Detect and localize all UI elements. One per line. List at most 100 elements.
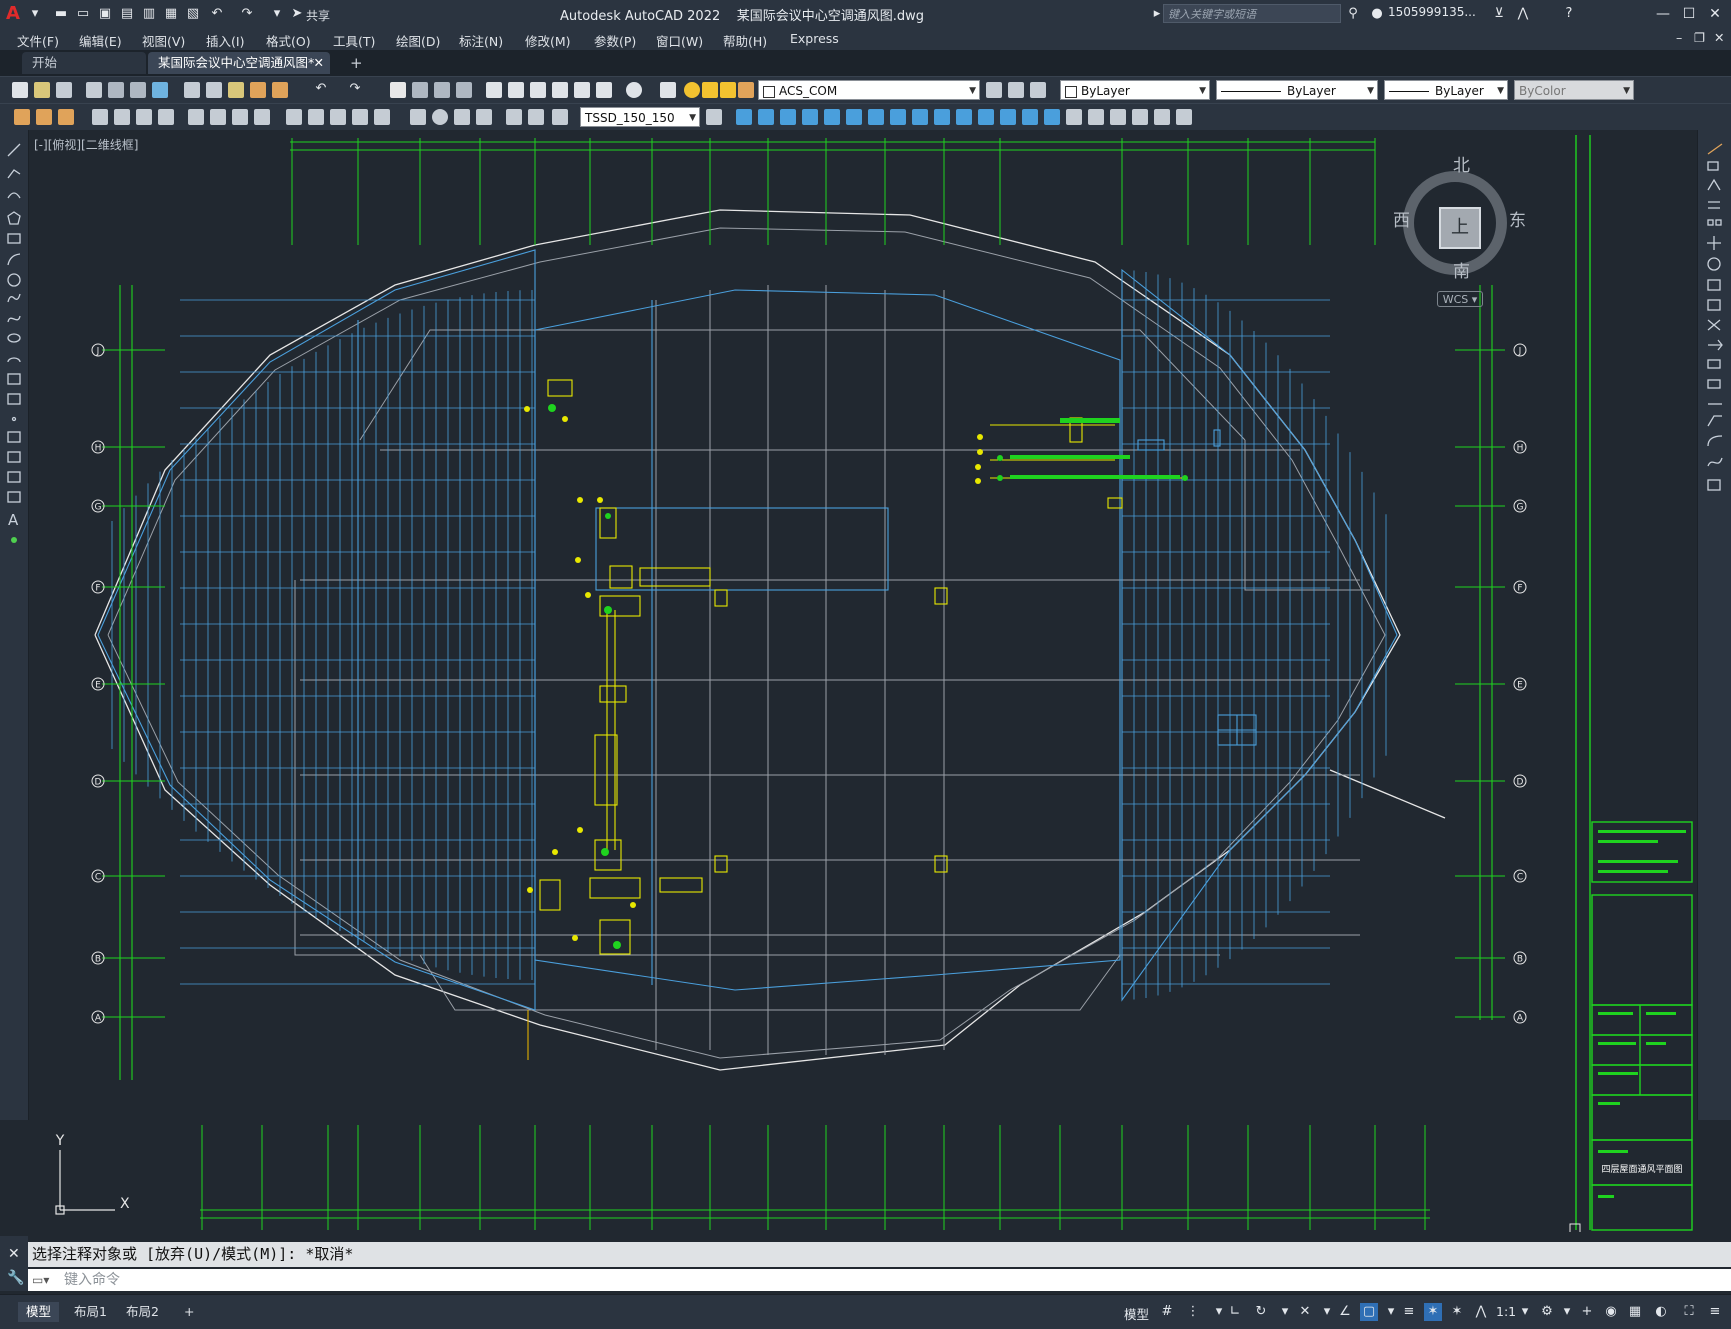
aligned-dim-icon[interactable] xyxy=(114,109,130,125)
fillet-icon[interactable] xyxy=(1044,109,1060,125)
group-icon[interactable] xyxy=(1132,109,1148,125)
annotation-visibility-icon[interactable]: ✶ xyxy=(1424,1303,1442,1321)
doc-close-icon[interactable]: ✕ xyxy=(1714,30,1724,45)
model-space-toggle[interactable]: 模型 xyxy=(1124,1304,1149,1323)
isolate-objects-icon[interactable]: ◐ xyxy=(1652,1303,1670,1321)
dim-text-edit-icon[interactable] xyxy=(528,109,544,125)
sheet-set-icon[interactable] xyxy=(552,82,568,98)
stretch-icon[interactable] xyxy=(912,109,928,125)
polar-icon[interactable]: ↻ xyxy=(1252,1303,1270,1321)
menu-view[interactable]: 视图(V) xyxy=(142,31,185,50)
sync-scale-icon[interactable] xyxy=(58,109,74,125)
menu-parametric[interactable]: 参数(P) xyxy=(594,31,636,50)
object-snap-tracking-icon[interactable]: ✕ xyxy=(1296,1303,1314,1321)
annotation-scale-icon[interactable]: ⋀ xyxy=(1472,1303,1490,1321)
viewport-controls-label[interactable]: [-][俯视][二维线框] xyxy=(34,136,138,153)
command-line-handle[interactable]: ✕ 🔧 xyxy=(0,1236,28,1291)
jogged-linear-icon[interactable] xyxy=(476,109,492,125)
layout-tab-model[interactable]: 模型 xyxy=(18,1302,60,1322)
close-button[interactable]: ✕ xyxy=(1702,4,1728,24)
ungroup-icon[interactable] xyxy=(1154,109,1170,125)
blend-icon[interactable] xyxy=(1066,109,1082,125)
ortho-icon[interactable]: ∟ xyxy=(1226,1303,1244,1321)
clean-screen-icon[interactable]: ⛶ xyxy=(1680,1303,1698,1321)
join-icon[interactable] xyxy=(1000,109,1016,125)
lineweight-dropdown[interactable]: ByLayer ▼ xyxy=(1384,80,1508,100)
mirror-icon[interactable] xyxy=(780,109,796,125)
zoom-previous-icon[interactable] xyxy=(456,82,472,98)
units-icon[interactable]: ◉ xyxy=(1602,1303,1620,1321)
snap-icon[interactable]: ⋮ xyxy=(1184,1303,1202,1321)
layer-previous-icon[interactable] xyxy=(1008,82,1024,98)
copy-object-icon[interactable] xyxy=(758,109,774,125)
jogged-dim-icon[interactable] xyxy=(210,109,226,125)
arc-length-icon[interactable] xyxy=(136,109,152,125)
make-current-layer-icon[interactable] xyxy=(986,82,1002,98)
layer-dropdown[interactable]: ACS_COM ▼ xyxy=(758,80,980,100)
autocad-logo-icon[interactable]: A xyxy=(6,3,28,25)
osnap-chevron-icon[interactable]: ▾ xyxy=(1318,1303,1336,1321)
qnew-icon[interactable] xyxy=(12,82,28,98)
open-icon[interactable] xyxy=(34,82,50,98)
baseline-dim-icon[interactable] xyxy=(308,109,324,125)
diameter-dim-icon[interactable] xyxy=(232,109,248,125)
print-icon[interactable] xyxy=(86,82,102,98)
new-tab-plus-icon[interactable]: + xyxy=(350,54,363,72)
autodesk-a360-icon[interactable]: ⋀ xyxy=(1514,5,1532,23)
close-command-icon[interactable]: ✕ xyxy=(8,1246,20,1262)
array-icon[interactable] xyxy=(824,109,840,125)
tab-start[interactable]: 开始 xyxy=(22,52,146,74)
menu-file[interactable]: 文件(F) xyxy=(17,31,59,50)
continue-dim-icon[interactable] xyxy=(330,109,346,125)
preview-icon[interactable] xyxy=(108,82,124,98)
rotate-icon[interactable] xyxy=(868,109,884,125)
save-icon[interactable]: ▣ xyxy=(96,5,114,23)
break-icon[interactable] xyxy=(978,109,994,125)
viewcube-west[interactable]: 西 xyxy=(1393,206,1410,231)
cart-icon[interactable]: ⊻ xyxy=(1490,5,1508,23)
tool-palettes-icon[interactable] xyxy=(530,82,546,98)
scale-icon[interactable] xyxy=(890,109,906,125)
command-input[interactable]: ▭▾ 键入命令 xyxy=(28,1269,1731,1291)
menu-window[interactable]: 窗口(W) xyxy=(656,31,703,50)
workspace-gear-icon[interactable]: ⚙ xyxy=(1538,1303,1556,1321)
customize-qat-chevron-icon[interactable]: ▾ xyxy=(268,5,286,23)
customize-command-icon[interactable]: 🔧 xyxy=(7,1270,24,1286)
polar-chevron-icon[interactable]: ▾ xyxy=(1276,1303,1294,1321)
menu-insert[interactable]: 插入(I) xyxy=(206,31,244,50)
angular-dim-icon[interactable] xyxy=(254,109,270,125)
linetype-dropdown[interactable]: ByLayer ▼ xyxy=(1216,80,1378,100)
annotation-monitor-plus-icon[interactable]: + xyxy=(1578,1303,1596,1321)
erase-icon[interactable] xyxy=(736,109,752,125)
doc-restore-icon[interactable]: ❐ xyxy=(1694,30,1705,45)
hardware-acceleration-icon[interactable]: ▦ xyxy=(1626,1303,1644,1321)
grid-icon[interactable]: # xyxy=(1158,1303,1176,1321)
annotation-scale-value[interactable]: 1:1 xyxy=(1496,1304,1516,1319)
inspect-icon[interactable] xyxy=(454,109,470,125)
layout-tab-2[interactable]: 布局2 xyxy=(118,1302,167,1322)
explode-icon[interactable] xyxy=(1088,109,1104,125)
minimize-button[interactable]: — xyxy=(1650,4,1676,24)
plotstyle-dropdown[interactable]: ByColor ▼ xyxy=(1514,80,1634,100)
scale-chevron-icon[interactable]: ▾ xyxy=(1516,1303,1534,1321)
maximize-button[interactable]: ☐ xyxy=(1676,4,1702,24)
redo-icon[interactable]: ↷ xyxy=(238,5,256,23)
open-web-icon[interactable]: ▥ xyxy=(140,5,158,23)
layer-on-icon[interactable] xyxy=(684,82,700,98)
color-dropdown[interactable]: ByLayer ▼ xyxy=(1060,80,1210,100)
help-toolbar-icon[interactable] xyxy=(626,82,642,98)
save-toolbar-icon[interactable] xyxy=(56,82,72,98)
markup-icon[interactable] xyxy=(574,82,590,98)
menu-draw[interactable]: 绘图(D) xyxy=(396,31,440,50)
menu-format[interactable]: 格式(O) xyxy=(266,31,311,50)
viewcube-south[interactable]: 南 xyxy=(1453,257,1470,282)
layout-tab-1[interactable]: 布局1 xyxy=(66,1302,115,1322)
dim-break-icon[interactable] xyxy=(374,109,390,125)
save-as-icon[interactable]: ▤ xyxy=(118,5,136,23)
dim-update-icon[interactable] xyxy=(552,109,568,125)
quick-dim-icon[interactable] xyxy=(286,109,302,125)
auto-scale-icon[interactable]: ✶ xyxy=(1448,1303,1466,1321)
redo-toolbar-icon[interactable]: ↷ xyxy=(346,80,364,98)
customize-status-icon[interactable]: ≡ xyxy=(1706,1303,1724,1321)
undo-icon[interactable]: ↶ xyxy=(208,5,226,23)
